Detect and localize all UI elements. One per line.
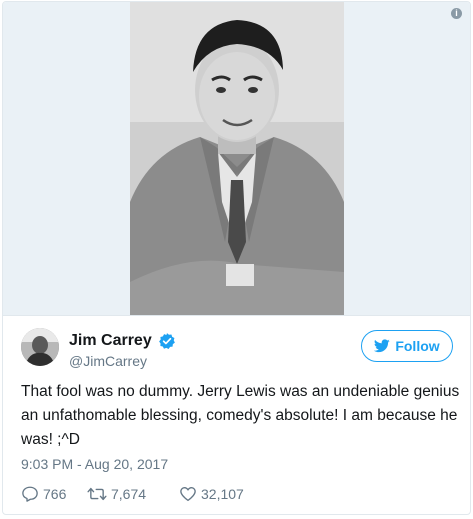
tweet-text: That fool was no dummy. Jerry Lewis was …	[21, 383, 460, 448]
embedded-tweet-card: i Jim Carrey @JimCarrey Follow That fool…	[2, 1, 471, 515]
like-action[interactable]: 32,107	[179, 485, 244, 503]
follow-button[interactable]: Follow	[361, 330, 453, 362]
tweet-header: Jim Carrey @JimCarrey Follow	[21, 328, 453, 374]
follow-button-label: Follow	[395, 338, 440, 354]
reply-action[interactable]: 766	[21, 485, 77, 503]
avatar[interactable]	[21, 328, 59, 366]
portrait-illustration	[130, 2, 344, 315]
info-icon[interactable]: i	[451, 8, 462, 19]
retweet-icon	[87, 487, 107, 501]
heart-icon	[180, 487, 196, 502]
author-handle[interactable]: @JimCarrey	[69, 353, 147, 369]
reply-count: 766	[43, 486, 67, 502]
like-count: 32,107	[201, 486, 244, 502]
tweet-actions: 766 7,674 32,107	[21, 483, 244, 505]
tweet-media-area[interactable]: i	[3, 2, 470, 316]
avatar-image	[21, 328, 59, 366]
verified-badge-icon	[159, 333, 175, 349]
retweet-count: 7,674	[111, 486, 147, 502]
bird-icon	[374, 339, 391, 353]
tweet-timestamp[interactable]: 9:03 PM - Aug 20, 2017	[21, 456, 168, 472]
author-name[interactable]: Jim Carrey	[69, 332, 152, 350]
retweet-action[interactable]: 7,674	[87, 485, 173, 503]
tweet-photo[interactable]	[130, 2, 344, 315]
reply-icon	[22, 486, 38, 502]
